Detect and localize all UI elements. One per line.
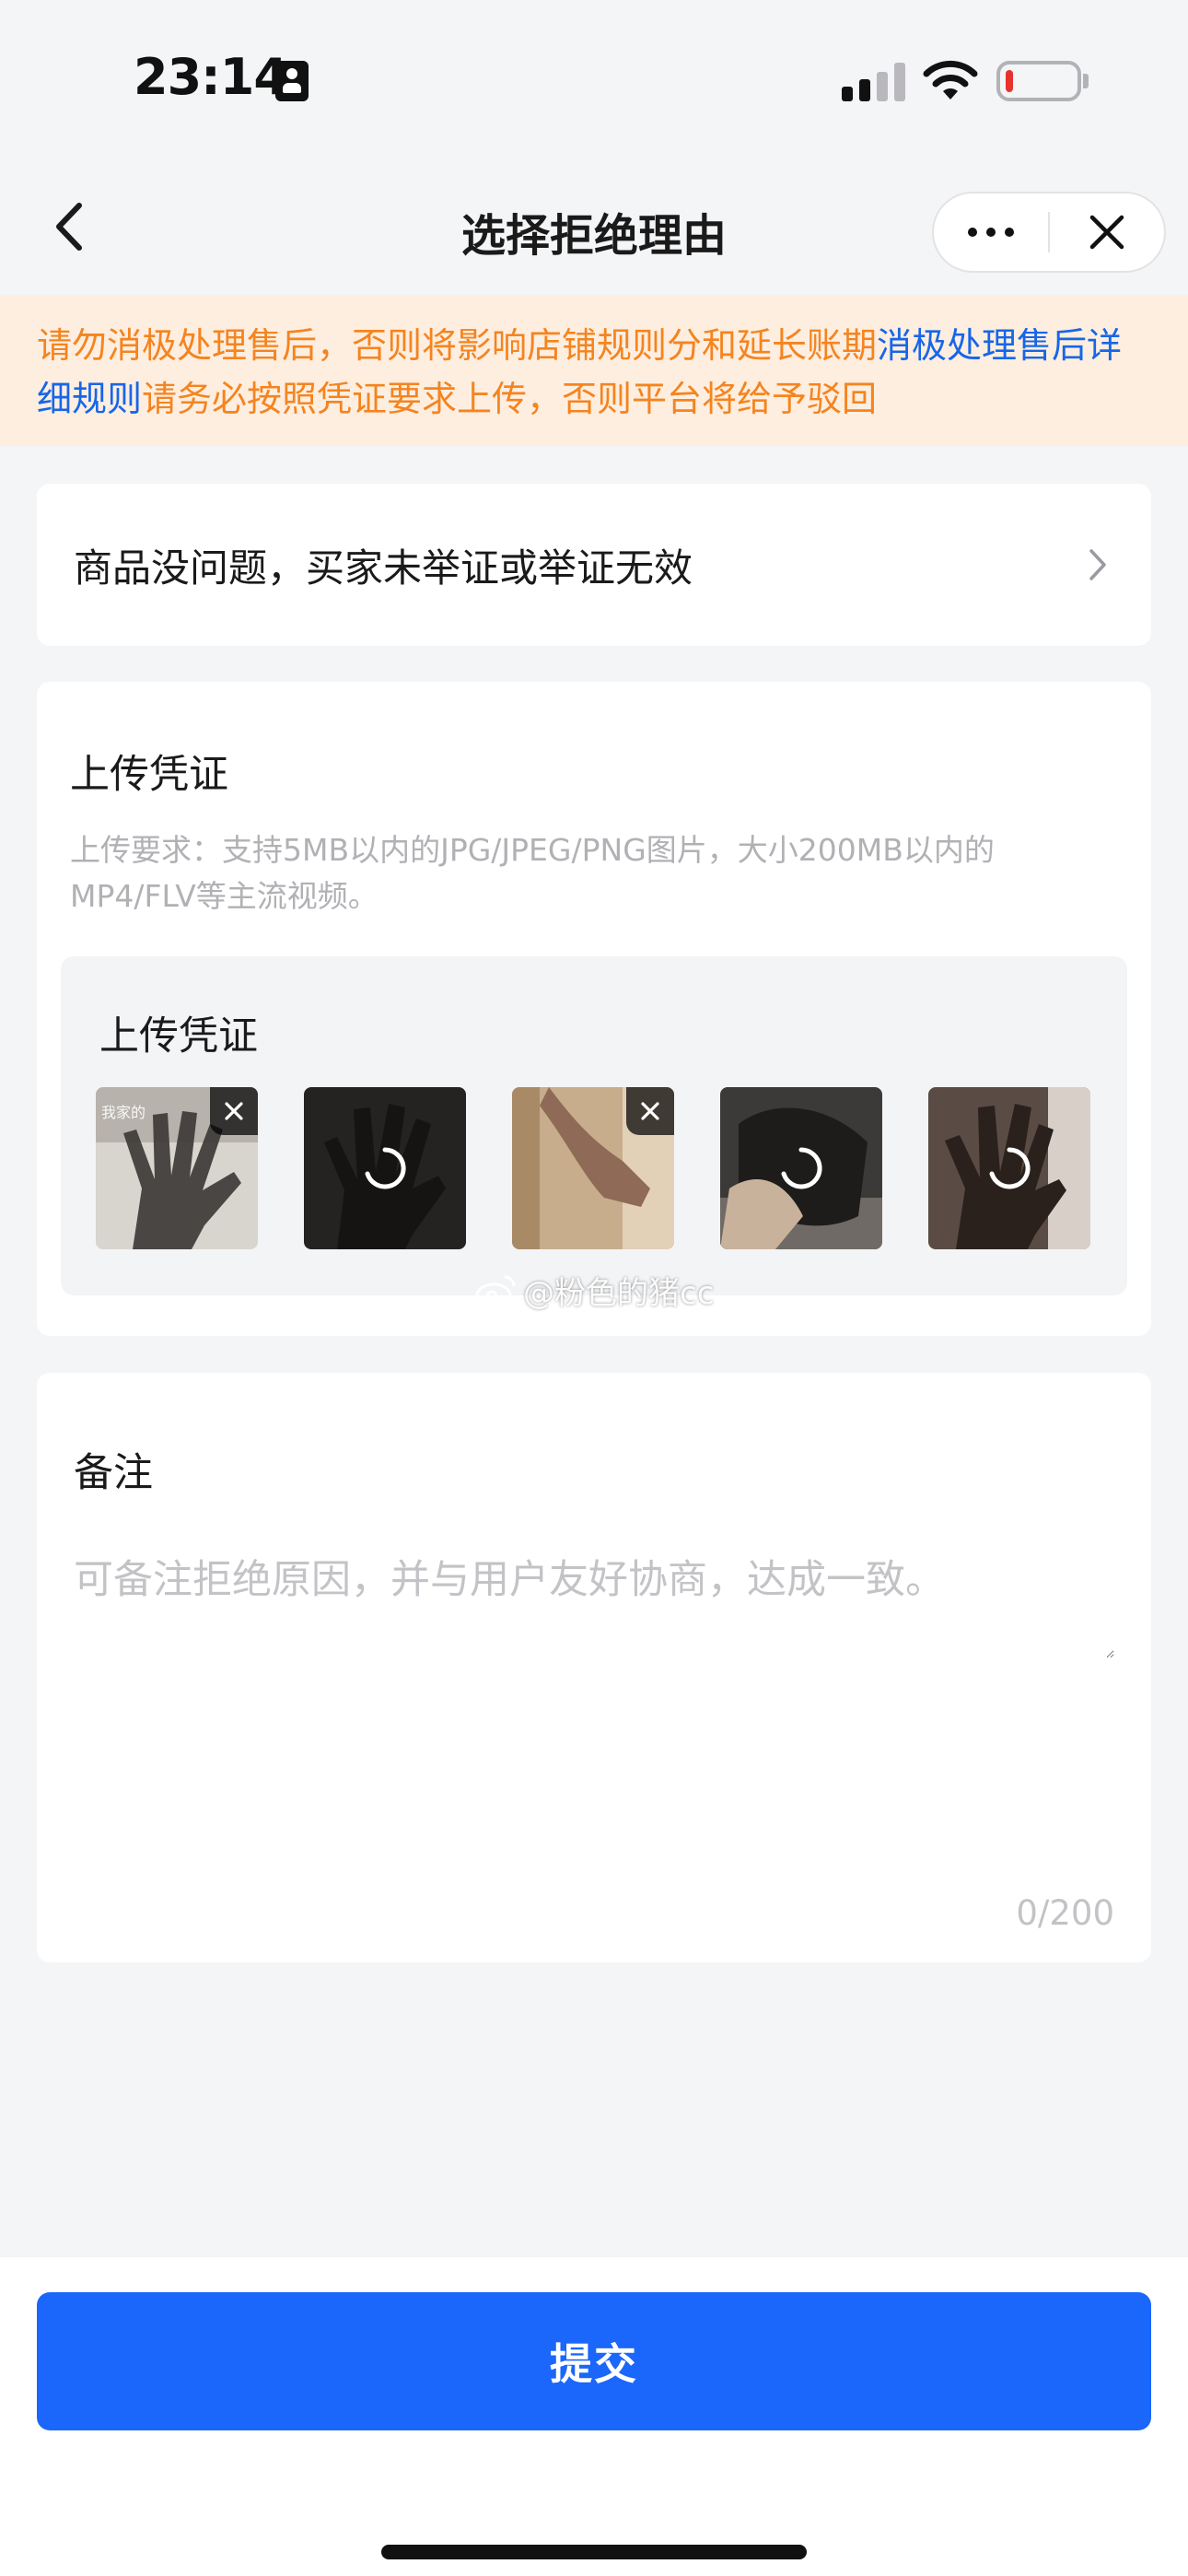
notice-banner: 请勿消极处理售后，否则将影响店铺规则分和延长账期消极处理售后详细规则请务必按照凭… <box>0 295 1188 446</box>
navigation-bar: 选择拒绝理由 <box>0 157 1188 295</box>
cellular-signal-icon <box>842 63 906 101</box>
status-bar: 23:14 <box>0 0 1188 157</box>
loading-spinner-icon <box>781 1147 822 1189</box>
watermark-text: @粉色的猪cc <box>523 1275 715 1312</box>
remark-card: 备注 0/200 <box>37 1373 1151 1962</box>
proof-image-5[interactable] <box>928 1087 1090 1249</box>
bottom-action-bar: 提交 <box>0 2257 1188 2576</box>
upload-requirements: 上传要求：支持5MB以内的JPG/JPEG/PNG图片，大小200MB以内的MP… <box>70 832 995 914</box>
notice-text: 请勿消极处理售后，否则将影响店铺规则分和延长账期 <box>37 325 878 366</box>
id-badge-icon <box>275 61 309 101</box>
battery-level <box>1006 70 1013 92</box>
upload-box-title: 上传凭证 <box>99 1013 258 1060</box>
reject-reason-page: 23:14 选择拒绝理由 请勿消极处理售后，否则将影响店铺规则分和延长账期消极处… <box>0 0 1188 2576</box>
remark-textarea[interactable] <box>74 1548 1114 1658</box>
reason-label: 商品没问题，买家未举证或举证无效 <box>74 544 693 591</box>
mini-program-capsule <box>932 192 1166 273</box>
delete-image-button[interactable] <box>210 1087 258 1135</box>
reason-selector[interactable]: 商品没问题，买家未举证或举证无效 <box>37 484 1151 646</box>
status-time: 23:14 <box>134 48 288 106</box>
close-icon <box>225 1102 243 1120</box>
more-dots-icon <box>968 228 1014 237</box>
proof-image-1[interactable]: 我家的 <box>96 1087 258 1249</box>
loading-spinner-icon <box>365 1147 406 1189</box>
upload-box: 上传凭证 我家的 <box>61 956 1127 1295</box>
weibo-watermark: @粉色的猪cc <box>475 1268 714 1313</box>
battery-icon <box>996 61 1081 101</box>
close-icon <box>641 1102 659 1120</box>
upload-proof-card: 上传凭证 上传要求：支持5MB以内的JPG/JPEG/PNG图片，大小200MB… <box>37 682 1151 1336</box>
loading-spinner-icon <box>989 1147 1031 1189</box>
remark-title: 备注 <box>74 1450 153 1496</box>
close-button[interactable] <box>1050 193 1164 271</box>
character-counter: 0/200 <box>1016 1893 1114 1933</box>
more-button[interactable] <box>934 193 1048 271</box>
notice-text-2: 请务必按照凭证要求上传，否则平台将给予驳回 <box>142 379 878 419</box>
proof-image-4[interactable] <box>720 1087 882 1249</box>
battery-tip <box>1083 74 1089 88</box>
thumbnail-watermark-text: 我家的 <box>101 1104 146 1121</box>
submit-button[interactable]: 提交 <box>37 2292 1151 2430</box>
chevron-right-icon <box>1081 548 1114 581</box>
delete-image-button[interactable] <box>626 1087 674 1135</box>
weibo-logo-icon <box>475 1275 516 1307</box>
upload-section-title: 上传凭证 <box>70 752 228 798</box>
proof-image-3[interactable] <box>512 1087 674 1249</box>
wifi-icon <box>923 60 978 100</box>
home-indicator[interactable] <box>381 2545 807 2559</box>
close-icon <box>1089 215 1124 250</box>
proof-image-2[interactable] <box>304 1087 466 1249</box>
